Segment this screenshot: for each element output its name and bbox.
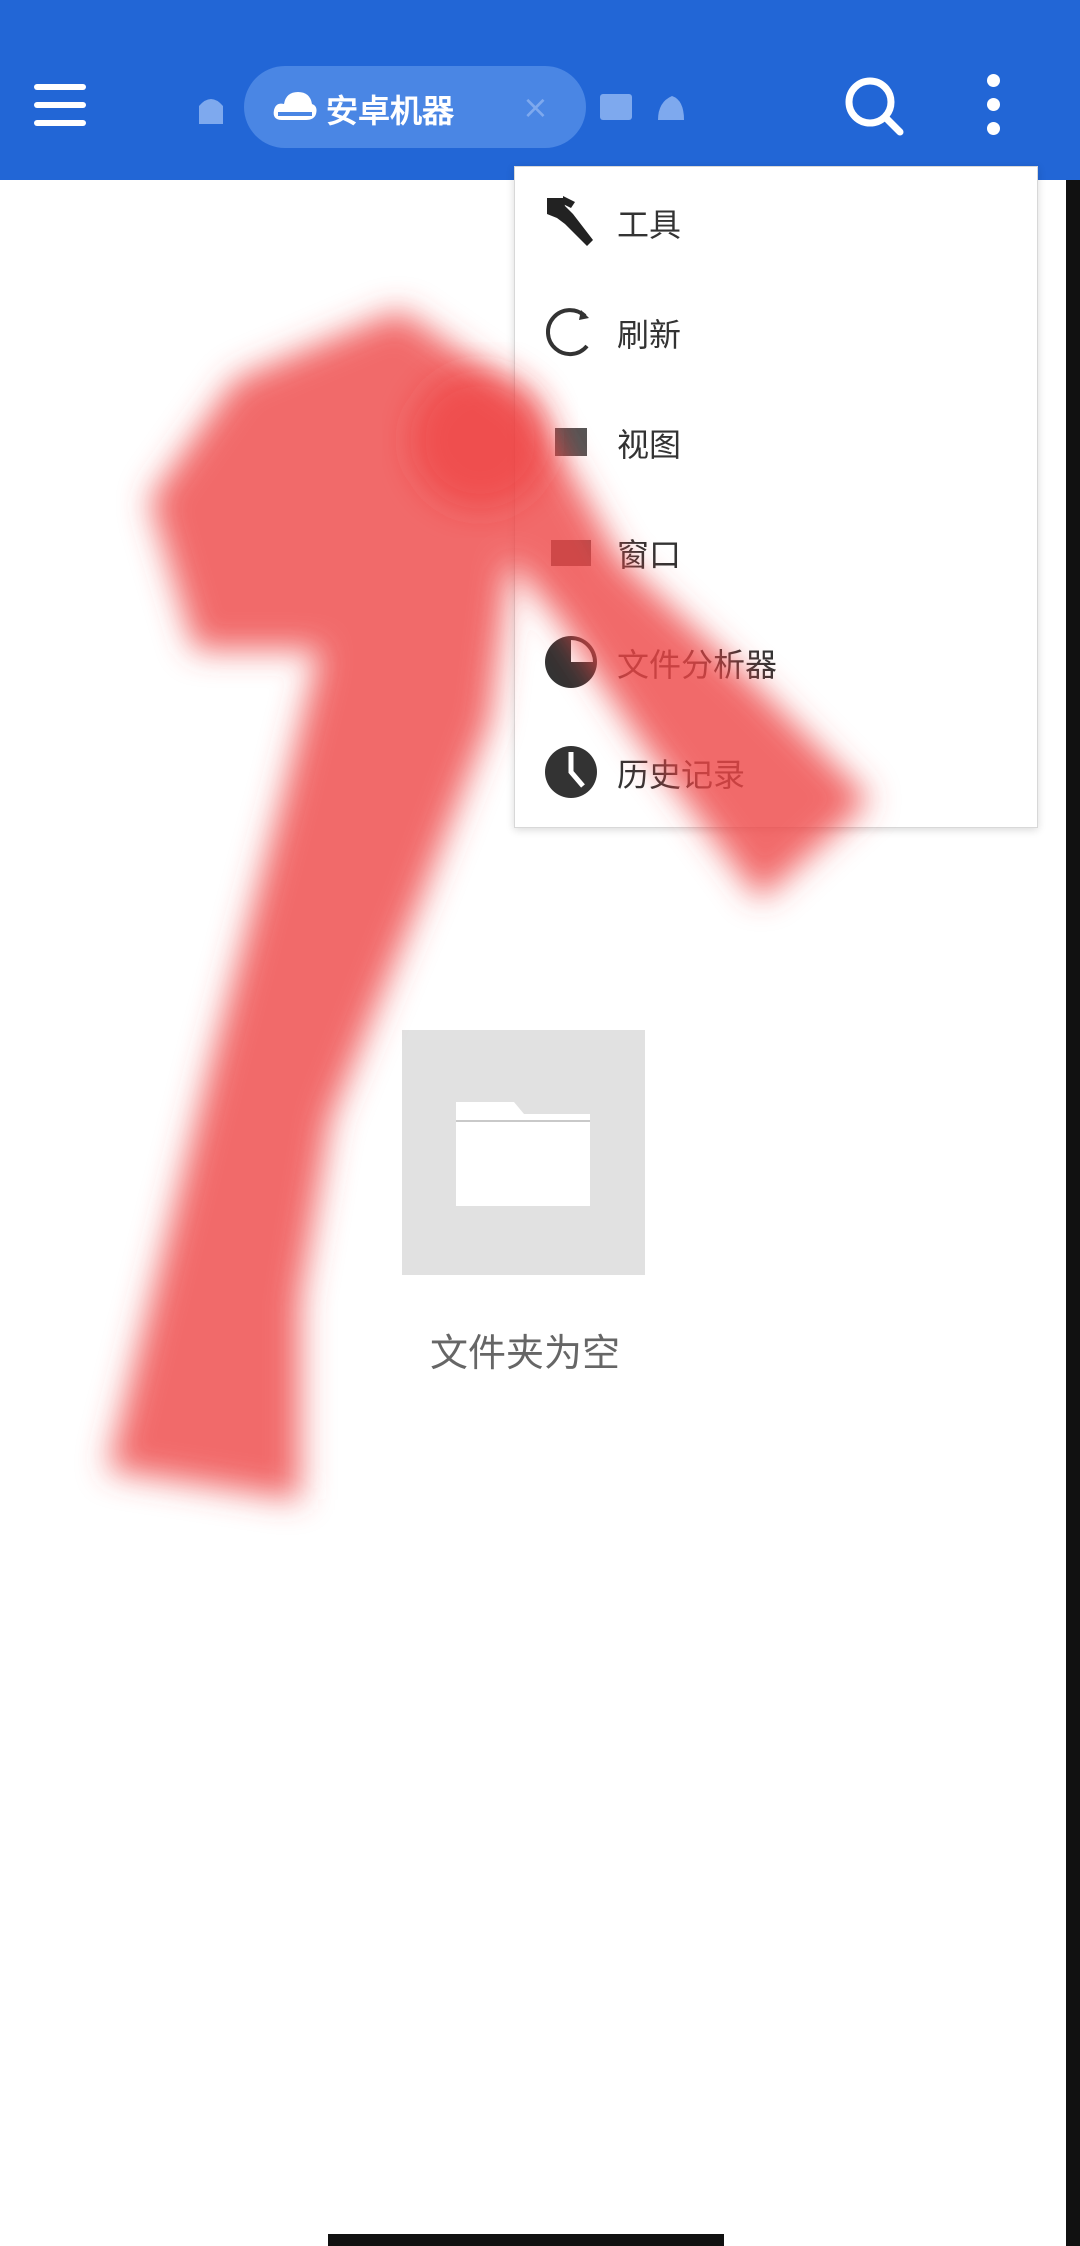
menu-item-tools[interactable]: 工具 — [515, 167, 1037, 277]
menu-item-label: 工具 — [617, 206, 682, 244]
more-vertical-icon[interactable] — [978, 74, 1010, 138]
cloud-icon — [273, 92, 317, 120]
menu-item-label: 窗口 — [617, 536, 682, 574]
menu-item-file-analyzer[interactable]: 文件分析器 — [515, 607, 1037, 717]
view-icon — [555, 428, 587, 456]
screen-edge — [1066, 180, 1080, 2246]
menu-item-label: 历史记录 — [617, 756, 746, 794]
home-icon[interactable] — [196, 92, 226, 126]
tab-close-button[interactable]: × — [522, 88, 549, 126]
empty-folder-tile — [402, 1030, 645, 1275]
menu-item-view[interactable]: 视图 — [515, 387, 1037, 497]
window-icon — [551, 540, 591, 566]
refresh-icon — [545, 308, 589, 357]
menu-item-label: 视图 — [617, 426, 682, 464]
tab-label: 安卓机器 — [326, 92, 455, 130]
pie-chart-icon — [545, 636, 597, 688]
menu-item-history[interactable]: 历史记录 — [515, 717, 1037, 827]
tab-android-device[interactable]: 安卓机器 × — [244, 66, 586, 148]
tab-square-icon[interactable] — [600, 94, 632, 120]
menu-item-label: 刷新 — [617, 316, 682, 354]
overflow-menu: 工具 刷新 视图 窗口 文件分析器 历史记录 — [514, 166, 1038, 828]
menu-item-label: 文件分析器 — [617, 646, 778, 684]
menu-item-refresh[interactable]: 刷新 — [515, 277, 1037, 387]
menu-item-window[interactable]: 窗口 — [515, 497, 1037, 607]
history-clock-icon — [545, 746, 597, 798]
storage-icon[interactable] — [656, 94, 686, 122]
hamburger-menu-icon[interactable] — [30, 80, 94, 132]
empty-folder-message: 文件夹为空 — [429, 1331, 620, 1375]
app-bar: 安卓机器 × — [0, 0, 1080, 180]
navigation-handle[interactable] — [328, 2234, 724, 2246]
wrench-icon — [547, 196, 593, 246]
folder-icon — [456, 1102, 590, 1206]
search-icon[interactable] — [842, 74, 906, 138]
